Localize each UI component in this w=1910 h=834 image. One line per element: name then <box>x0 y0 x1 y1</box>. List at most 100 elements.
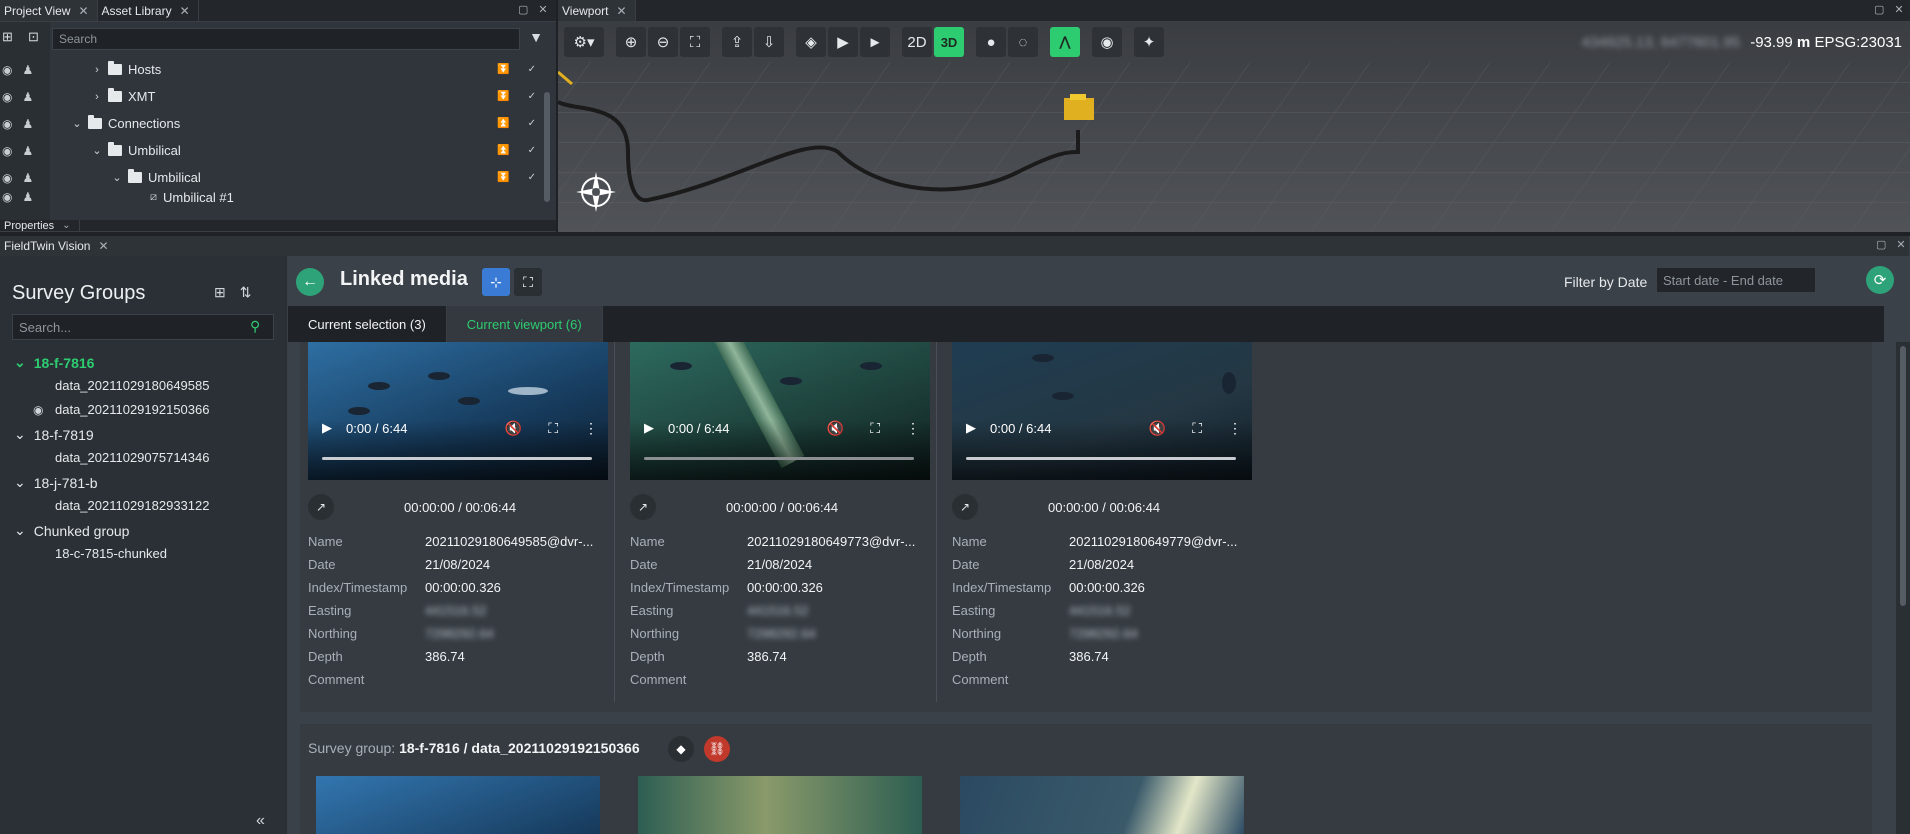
collapse-down-icon[interactable]: ⏬ <box>497 172 509 183</box>
more-icon[interactable]: ⋮ <box>584 420 598 437</box>
zoom-in-icon[interactable]: ⊕ <box>616 27 646 57</box>
user-eye-icon[interactable]: ♟ <box>22 144 33 158</box>
refresh-button[interactable]: ⟳ <box>1866 266 1894 294</box>
play-icon[interactable]: ▶ <box>644 420 654 436</box>
chevron-down-icon[interactable]: ⌄ <box>14 522 26 539</box>
video-progress[interactable] <box>322 457 592 460</box>
tab-fieldtwin-vision[interactable]: FieldTwin Vision ✕ <box>0 236 1910 256</box>
collapse-down-icon[interactable]: ⏬ <box>497 91 509 102</box>
chevron-down-icon[interactable]: ⌄ <box>90 144 104 157</box>
survey-item[interactable]: data_20211029192150366 <box>55 402 209 417</box>
survey-item[interactable]: data_20211029180649585 <box>55 378 209 393</box>
check-icon[interactable]: ✓ <box>528 172 536 183</box>
hierarchy-icon[interactable]: ⊞ <box>214 284 226 301</box>
survey-item[interactable]: data_20211029075714346 <box>55 450 209 465</box>
eye-icon[interactable]: ◉ <box>2 144 12 158</box>
collapse-down-icon[interactable]: ⏬ <box>497 64 509 75</box>
survey-group-18-f-7816[interactable]: ⌄ 18-f-7816 <box>14 354 94 371</box>
tab-project-view[interactable]: Project View ✕ <box>0 0 98 21</box>
maximize-icon[interactable]: ▢ <box>518 3 528 16</box>
check-icon[interactable]: ✓ <box>528 118 536 129</box>
survey-group-18-j-781-b[interactable]: ⌄ 18-j-781-b <box>14 474 98 491</box>
tab-asset-library[interactable]: Asset Library ✕ <box>98 0 199 21</box>
collapse-up-icon[interactable]: ⏫ <box>497 118 509 129</box>
open-external-icon[interactable]: ↗ <box>308 494 334 520</box>
collapse-sidebar-icon[interactable]: « <box>256 812 265 830</box>
maximize-icon[interactable]: ▢ <box>1874 3 1884 16</box>
mute-icon[interactable]: 🔇 <box>505 420 522 437</box>
tree-row-hosts[interactable]: ◉ ♟ › Hosts ⏬ ✓ <box>0 56 546 83</box>
visibility-icons[interactable]: ◉ ♟ <box>2 144 46 158</box>
mute-icon[interactable]: 🔇 <box>827 420 844 437</box>
sun-icon[interactable]: ◌ <box>1008 27 1038 57</box>
tab-viewport[interactable]: Viewport ✕ <box>558 0 636 21</box>
new-folder-icon[interactable]: ⊡ <box>28 29 39 45</box>
more-icon[interactable]: ⋮ <box>1228 420 1242 437</box>
back-button[interactable]: ← <box>296 268 324 296</box>
tab-properties[interactable]: Properties ⌄ <box>0 220 80 231</box>
survey-group-18-f-7819[interactable]: ⌄ 18-f-7819 <box>14 426 94 443</box>
mode-2d-button[interactable]: 2D <box>902 27 932 57</box>
video-progress[interactable] <box>966 457 1236 460</box>
date-range-input[interactable]: Start date - End date <box>1656 267 1816 293</box>
fullscreen-icon[interactable]: ⛶ <box>1192 420 1202 437</box>
viewport-3d[interactable]: ⚙▾ ⊕ ⊖ ⛶ ⇪ ⇩ ◈ ▶ ► 2D 3D ● ◌ ⋀ ◉ ✦ 43492… <box>558 22 1910 232</box>
chevron-down-icon[interactable]: ⌄ <box>14 426 26 443</box>
tree-row-xmt[interactable]: ◉ ♟ › XMT ⏬ ✓ <box>0 83 546 110</box>
search-icon[interactable]: ⚲ <box>250 318 260 335</box>
unlink-icon[interactable]: ⛓ <box>704 736 730 762</box>
chevron-down-icon[interactable]: ⌄ <box>70 117 84 130</box>
mode-3d-button[interactable]: 3D <box>934 27 964 57</box>
video-player[interactable]: ▶ 0:00 / 6:44 🔇 ⛶ ⋮ <box>308 342 608 480</box>
more-icon[interactable]: ⋮ <box>906 420 920 437</box>
maximize-icon[interactable]: ▢ <box>1876 238 1886 251</box>
zoom-out-icon[interactable]: ⊖ <box>648 27 678 57</box>
survey-group-chunked[interactable]: ⌄ Chunked group <box>14 522 129 539</box>
video-thumbnail[interactable] <box>638 776 922 834</box>
record-icon[interactable]: ◉ <box>1092 27 1122 57</box>
video-thumbnail[interactable] <box>316 776 600 834</box>
gear-icon[interactable]: ⚙▾ <box>564 27 604 57</box>
chevron-right-icon[interactable]: › <box>90 91 104 103</box>
visibility-icons[interactable]: ◉ ♟ <box>2 171 46 185</box>
video-progress[interactable] <box>644 457 914 460</box>
mute-icon[interactable]: 🔇 <box>1149 420 1166 437</box>
close-icon[interactable]: ✕ <box>78 4 88 18</box>
compact-view-button[interactable]: ⊹ <box>482 268 510 296</box>
check-icon[interactable]: ✓ <box>528 64 536 75</box>
video-thumbnail[interactable] <box>960 776 1244 834</box>
user-eye-icon[interactable]: ♟ <box>22 117 33 131</box>
close-icon[interactable]: ✕ <box>538 3 547 16</box>
eye-icon[interactable]: ◉ <box>2 171 12 185</box>
eye-icon[interactable]: ◉ <box>2 63 12 77</box>
visibility-icons[interactable]: ◉ ♟ <box>2 90 46 104</box>
close-icon[interactable]: ✕ <box>1896 238 1905 251</box>
navigate-icon[interactable]: ◆ <box>668 736 694 762</box>
layers-icon[interactable]: ◈ <box>796 27 826 57</box>
eye-icon[interactable]: ◉ <box>2 117 12 131</box>
video-player[interactable]: ▶ 0:00 / 6:44 🔇 ⛶ ⋮ <box>630 342 930 480</box>
filter-icon[interactable]: ▼ <box>526 29 546 49</box>
close-icon[interactable]: ✕ <box>180 4 190 18</box>
project-search-input[interactable]: Search <box>52 28 520 50</box>
play-icon[interactable]: ▶ <box>966 420 976 436</box>
user-eye-icon[interactable]: ♟ <box>22 90 33 104</box>
check-icon[interactable]: ✓ <box>528 145 536 156</box>
eye-icon[interactable]: ◉ <box>2 190 12 204</box>
project-scrollbar[interactable] <box>544 92 550 202</box>
collapse-up-icon[interactable]: ⏫ <box>497 145 509 156</box>
close-icon[interactable]: ✕ <box>1894 3 1903 16</box>
tab-current-viewport[interactable]: Current viewport (6) <box>446 306 603 342</box>
open-external-icon[interactable]: ↗ <box>952 494 978 520</box>
eye-icon[interactable]: ◉ <box>2 90 12 104</box>
survey-item[interactable]: data_20211029182933122 <box>55 498 209 513</box>
sphere-icon[interactable]: ● <box>976 27 1006 57</box>
chevron-down-icon[interactable]: ⌄ <box>110 171 124 184</box>
open-external-icon[interactable]: ↗ <box>630 494 656 520</box>
survey-item[interactable]: 18-c-7815-chunked <box>55 546 167 561</box>
play-icon[interactable]: ► <box>860 27 890 57</box>
sparkle-icon[interactable]: ✦ <box>1134 27 1164 57</box>
check-icon[interactable]: ✓ <box>528 91 536 102</box>
tree-row-umbilical-sub[interactable]: ◉ ♟ ⌄ Umbilical ⏬ ✓ <box>0 164 546 191</box>
chevron-right-icon[interactable]: › <box>90 64 104 76</box>
